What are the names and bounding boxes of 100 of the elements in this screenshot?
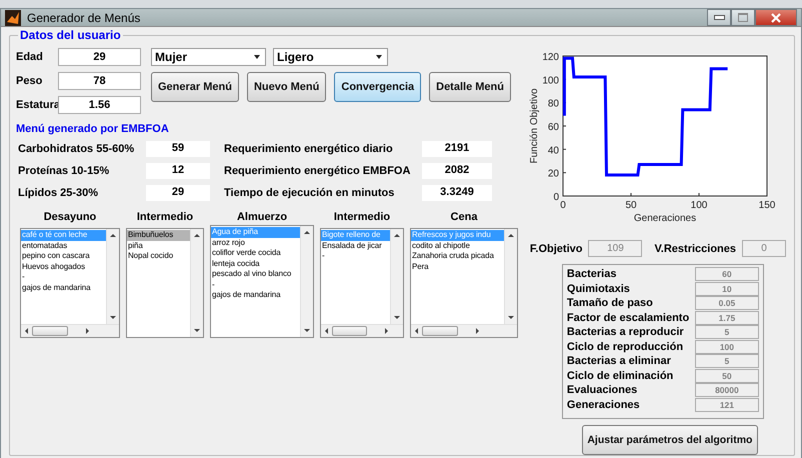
horizontal-scrollbar[interactable] (21, 324, 119, 337)
parameter-label: Ciclo de reproducción (566, 340, 684, 353)
x-tick (766, 192, 768, 196)
minimize-button[interactable] (707, 9, 731, 26)
value-field: 109 (588, 240, 642, 257)
vertical-scrollbar[interactable] (106, 229, 119, 324)
panel-title: Datos del usuario (18, 28, 123, 42)
y-tick (562, 172, 566, 174)
tick-label: 80 (548, 98, 559, 110)
list-item[interactable]: coliflor verde cocida (211, 248, 300, 258)
list-item[interactable]: Huevos ahogados (21, 262, 106, 272)
tick-label: 50 (625, 200, 636, 211)
close-icon (771, 12, 781, 22)
x-axis-label: Generaciones (634, 213, 696, 224)
list-item[interactable]: pescado al vino blanco (211, 269, 300, 280)
horizontal-scrollbar[interactable] (321, 324, 403, 337)
vertical-scrollbar[interactable] (504, 229, 517, 324)
tick-label: 100 (542, 75, 559, 86)
list-item[interactable]: codito al chipotle (411, 240, 504, 251)
value-field: 0 (742, 240, 786, 257)
field-label: Estatura (16, 99, 58, 111)
horizontal-scrollbar[interactable] (411, 324, 517, 337)
field-label: Edad (16, 51, 44, 63)
value-field: 2191 (422, 141, 492, 157)
list-item[interactable]: Pera (411, 262, 504, 272)
tick-label: 0 (560, 200, 566, 211)
down-arrow-icon[interactable] (394, 316, 400, 319)
generate-menu-button[interactable]: Generar Menú (151, 72, 239, 102)
right-arrow-icon[interactable] (384, 328, 388, 334)
list-item[interactable]: Ensalada de jicar (321, 240, 390, 251)
left-arrow-icon[interactable] (325, 328, 328, 334)
list-item[interactable]: Nopal cocido (127, 251, 190, 262)
vertical-scrollbar[interactable] (390, 229, 403, 324)
list-item[interactable]: piña (127, 240, 190, 251)
value-field: 59 (146, 141, 210, 157)
maximize-button[interactable] (731, 9, 755, 26)
down-arrow-icon[interactable] (194, 329, 200, 332)
menu-detail-button[interactable]: Detalle Menú (429, 72, 511, 102)
dropdown[interactable]: Mujer (151, 48, 266, 66)
list-item[interactable]: Bimbuñuelos (127, 230, 190, 240)
left-arrow-icon[interactable] (415, 328, 418, 334)
summary-label: V.Restricciones (654, 242, 736, 254)
list-item[interactable]: pepino con cascara (21, 251, 106, 262)
list-box[interactable]: Bigote relleno de Ensalada de jicar - (320, 228, 404, 338)
down-arrow-icon[interactable] (508, 316, 514, 319)
value-field: 2082 (422, 163, 492, 179)
value-field: 1.75 (694, 310, 759, 325)
vertical-scrollbar[interactable] (300, 226, 313, 337)
stat-label: Requerimiento energético EMBFOA (223, 165, 412, 177)
list-item[interactable]: - (211, 280, 300, 290)
scroll-thumb[interactable] (32, 326, 68, 336)
down-arrow-icon[interactable] (304, 329, 310, 332)
stat-label: Lípidos 25-30% (18, 187, 100, 199)
input-field[interactable]: 1.56 (58, 96, 141, 114)
up-arrow-icon[interactable] (304, 231, 310, 234)
tick-label: 150 (758, 200, 776, 211)
list-box[interactable]: Bimbuñuelos piña Nopal cocido (126, 228, 204, 338)
input-field[interactable]: 78 (58, 72, 141, 90)
list-item[interactable]: lenteja cocida (211, 258, 300, 269)
x-tick (698, 192, 700, 196)
adjust-parameters-button[interactable]: Ajustar parámetros del algoritmo (582, 425, 758, 455)
up-arrow-icon[interactable] (194, 234, 200, 237)
close-button[interactable] (755, 9, 797, 26)
scroll-thumb[interactable] (422, 326, 458, 336)
right-arrow-icon[interactable] (476, 328, 479, 334)
convergence-button[interactable]: Convergencia (334, 72, 422, 102)
list-item[interactable]: gajos de mandarina (21, 282, 106, 293)
tick-label: 20 (548, 168, 559, 180)
x-tick (562, 192, 564, 196)
parameter-label: Evaluaciones (566, 384, 638, 396)
down-arrow-icon[interactable] (110, 316, 116, 319)
list-item[interactable]: - (321, 251, 390, 262)
up-arrow-icon[interactable] (508, 234, 514, 237)
list-box[interactable]: Agua de piña arroz rojo coliflor verde cocida lenteja cocida pescado al vino blanco - gajos de mandarina (210, 225, 314, 338)
list-box[interactable]: café o té con leche entomatadas pepino con cascara Huevos ahogados - gajos de mandarina (20, 228, 120, 338)
y-axis-label: Función Objetivo (528, 88, 540, 164)
field-label: Peso (16, 75, 44, 87)
list-item[interactable]: gajos de mandarina (211, 290, 300, 300)
dropdown[interactable]: Ligero (273, 48, 388, 66)
up-arrow-icon[interactable] (110, 234, 116, 237)
list-item[interactable]: - (21, 272, 106, 282)
right-arrow-icon[interactable] (86, 328, 89, 334)
x-tick (630, 192, 632, 196)
up-arrow-icon[interactable] (394, 234, 400, 237)
list-item[interactable]: arroz rojo (211, 238, 300, 248)
value-field: 60 (694, 267, 759, 282)
list-item[interactable]: Zanahoria cruda picada (411, 251, 504, 262)
new-menu-button[interactable]: Nuevo Menú (246, 72, 326, 102)
value-field: 10 (694, 282, 759, 296)
list-item[interactable]: entomatadas (21, 240, 106, 251)
input-field[interactable]: 29 (58, 48, 141, 66)
vertical-scrollbar[interactable] (190, 229, 203, 337)
list-title: Desayuno (44, 211, 96, 223)
parameter-label: Bacterias a eliminar (566, 355, 671, 368)
stat-label: Carbohidratos 55-60% (18, 143, 136, 155)
list-title: Intermedio (136, 211, 194, 223)
list-box[interactable]: Refrescos y jugos indu codito al chipotle Zanahoria cruda picada Pera (410, 228, 518, 338)
left-arrow-icon[interactable] (25, 328, 28, 334)
scroll-thumb[interactable] (332, 326, 367, 336)
value-field: 50 (694, 368, 759, 383)
